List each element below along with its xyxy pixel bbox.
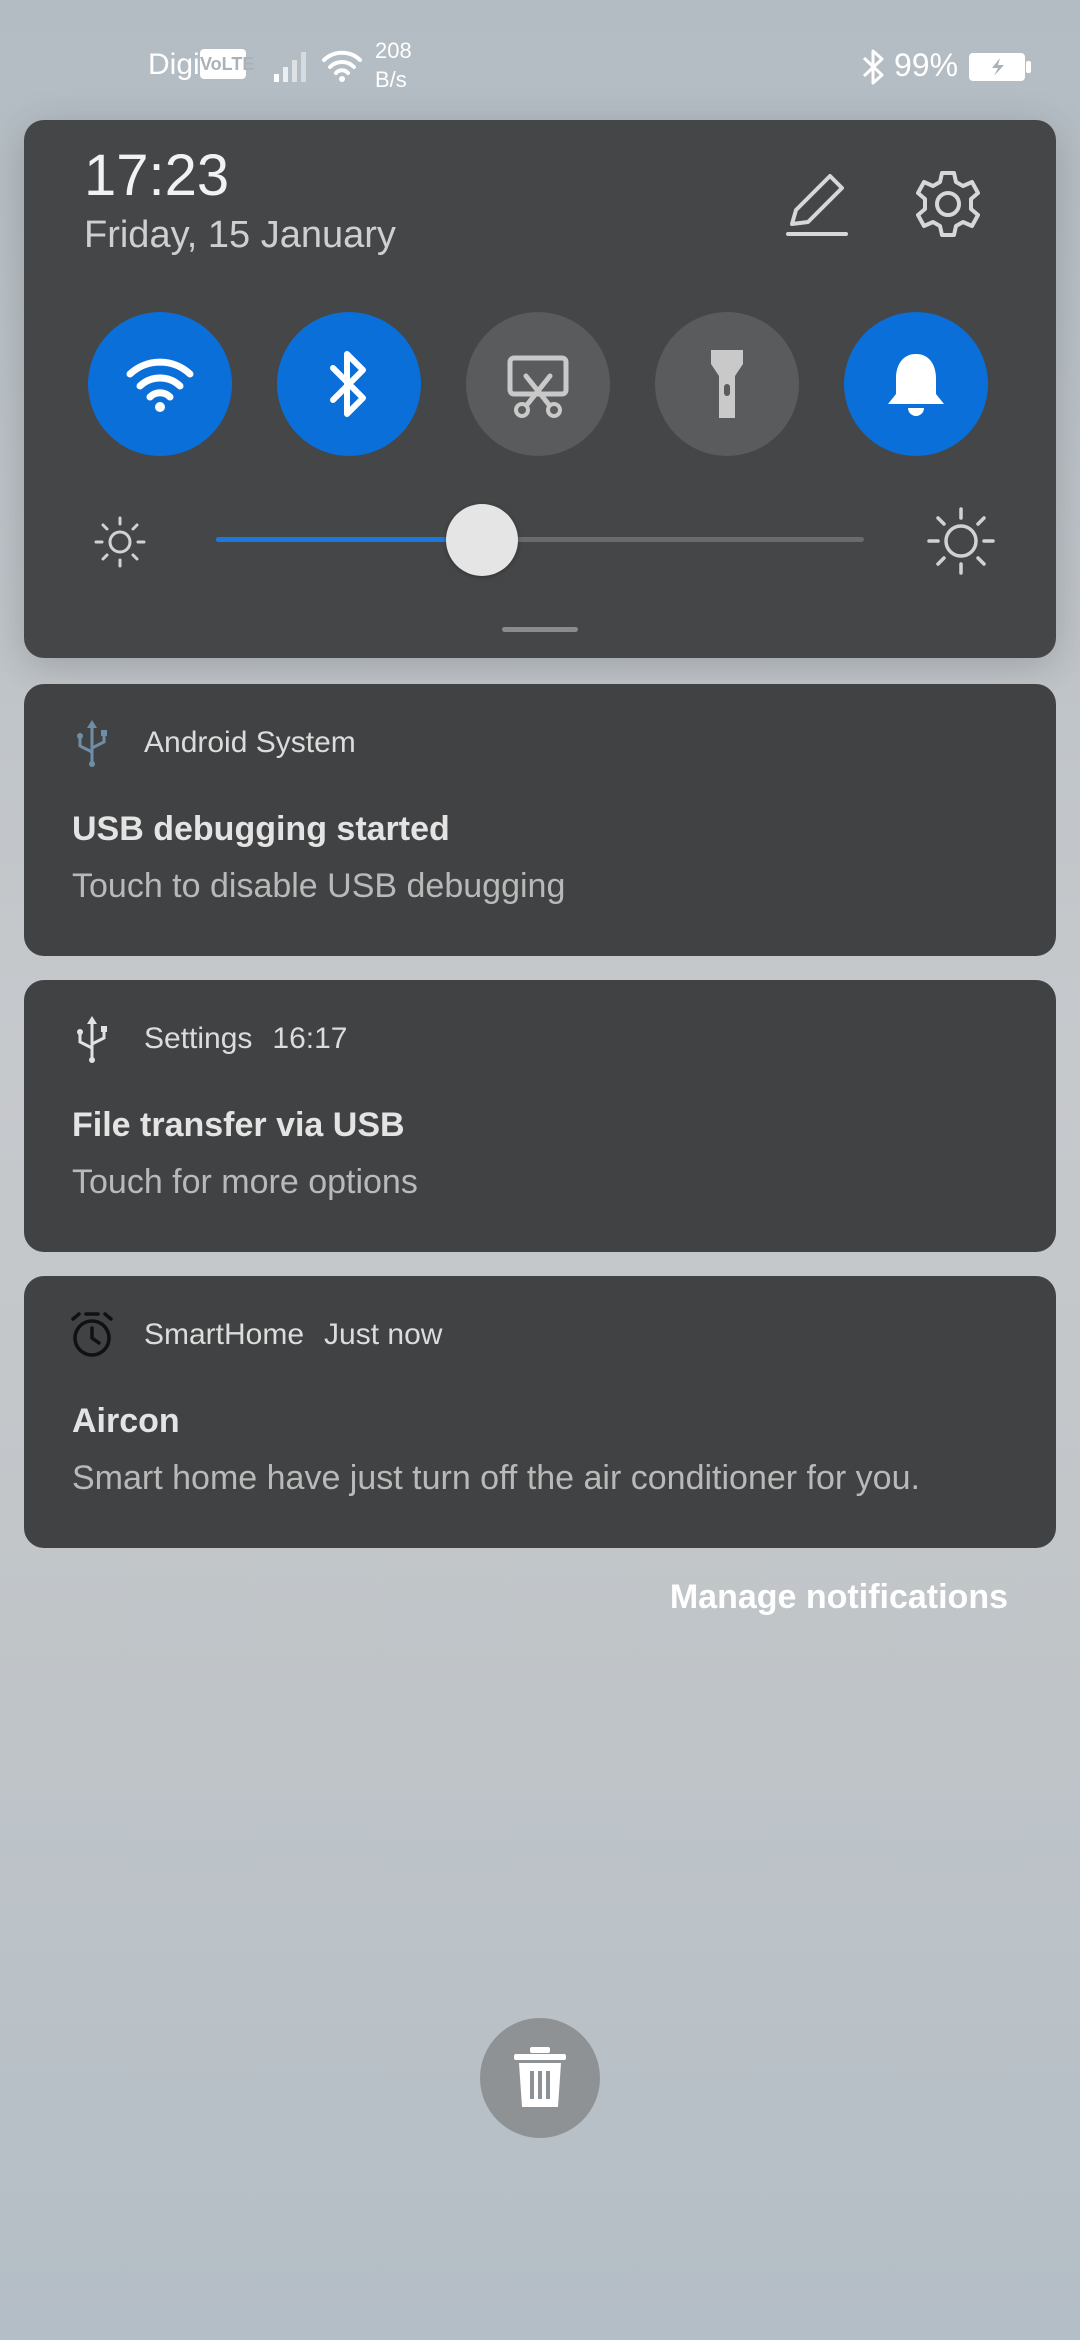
notification-card[interactable]: Android System USB debugging started Tou…	[24, 684, 1056, 956]
carrier-name: Digi	[148, 48, 200, 81]
usb-icon	[77, 1016, 107, 1063]
notification-card[interactable]: Settings 16:17 File transfer via USB Touc…	[24, 980, 1056, 1252]
flashlight-tile[interactable]	[655, 312, 799, 456]
settings-gear-icon[interactable]	[912, 168, 984, 240]
flashlight-icon	[711, 350, 743, 418]
notification-body: Touch for more options	[72, 1163, 418, 1201]
notification-app-line: Settings 16:17	[144, 1022, 347, 1056]
notification-app-name: Android System	[144, 726, 356, 759]
bluetooth-status-icon	[862, 49, 884, 85]
notification-time: 16:17	[272, 1022, 348, 1055]
signal-icon	[274, 52, 306, 82]
usb-icon	[77, 720, 107, 767]
notification-app-name: Settings	[144, 1022, 253, 1055]
notification-body: Smart home have just turn off the air co…	[72, 1459, 920, 1497]
edit-pencil-icon[interactable]	[780, 168, 852, 240]
battery-icon	[969, 53, 1031, 81]
brightness-low-icon	[94, 516, 146, 568]
panel-drag-handle[interactable]	[502, 627, 578, 632]
notification-app-line: Android System	[144, 726, 356, 760]
brightness-slider-thumb[interactable]	[445, 504, 518, 576]
bell-icon	[888, 354, 944, 416]
network-speed-value: 208	[375, 38, 412, 63]
notification-time: Just now	[324, 1318, 443, 1351]
wifi-status-icon	[322, 50, 362, 82]
notification-app-line: SmartHome Just now	[144, 1318, 442, 1352]
brightness-slider-track[interactable]	[216, 537, 864, 542]
wifi-icon	[126, 358, 194, 412]
network-speed-unit: B/s	[375, 67, 407, 92]
volte-badge: VoLTE	[200, 49, 254, 79]
alarm-clock-icon	[71, 1312, 113, 1357]
bluetooth-tile[interactable]	[277, 312, 421, 456]
notification-app-name: SmartHome	[144, 1318, 305, 1351]
network-speed: 208 B/s	[375, 36, 412, 94]
wifi-tile[interactable]	[88, 312, 232, 456]
screenshot-tile[interactable]	[466, 312, 610, 456]
clock-date: Friday, 15 January	[84, 214, 396, 256]
notification-body: Touch to disable USB debugging	[72, 867, 566, 905]
trash-icon	[514, 2047, 566, 2107]
brightness-slider-fill	[216, 537, 482, 542]
bell-tile[interactable]	[844, 312, 988, 456]
notification-title: File transfer via USB	[72, 1106, 405, 1144]
notification-card[interactable]: SmartHome Just now Aircon Smart home have…	[24, 1276, 1056, 1548]
manage-notifications-link[interactable]: Manage notifications	[670, 1578, 1008, 1617]
brightness-high-icon	[927, 507, 995, 575]
notification-title: USB debugging started	[72, 810, 450, 848]
clock-time: 17:23	[84, 143, 230, 208]
clear-all-button[interactable]	[480, 2018, 600, 2138]
bluetooth-icon	[330, 351, 366, 417]
screenshot-icon	[507, 355, 569, 418]
battery-percent: 99%	[894, 47, 959, 83]
notification-title: Aircon	[72, 1402, 180, 1440]
